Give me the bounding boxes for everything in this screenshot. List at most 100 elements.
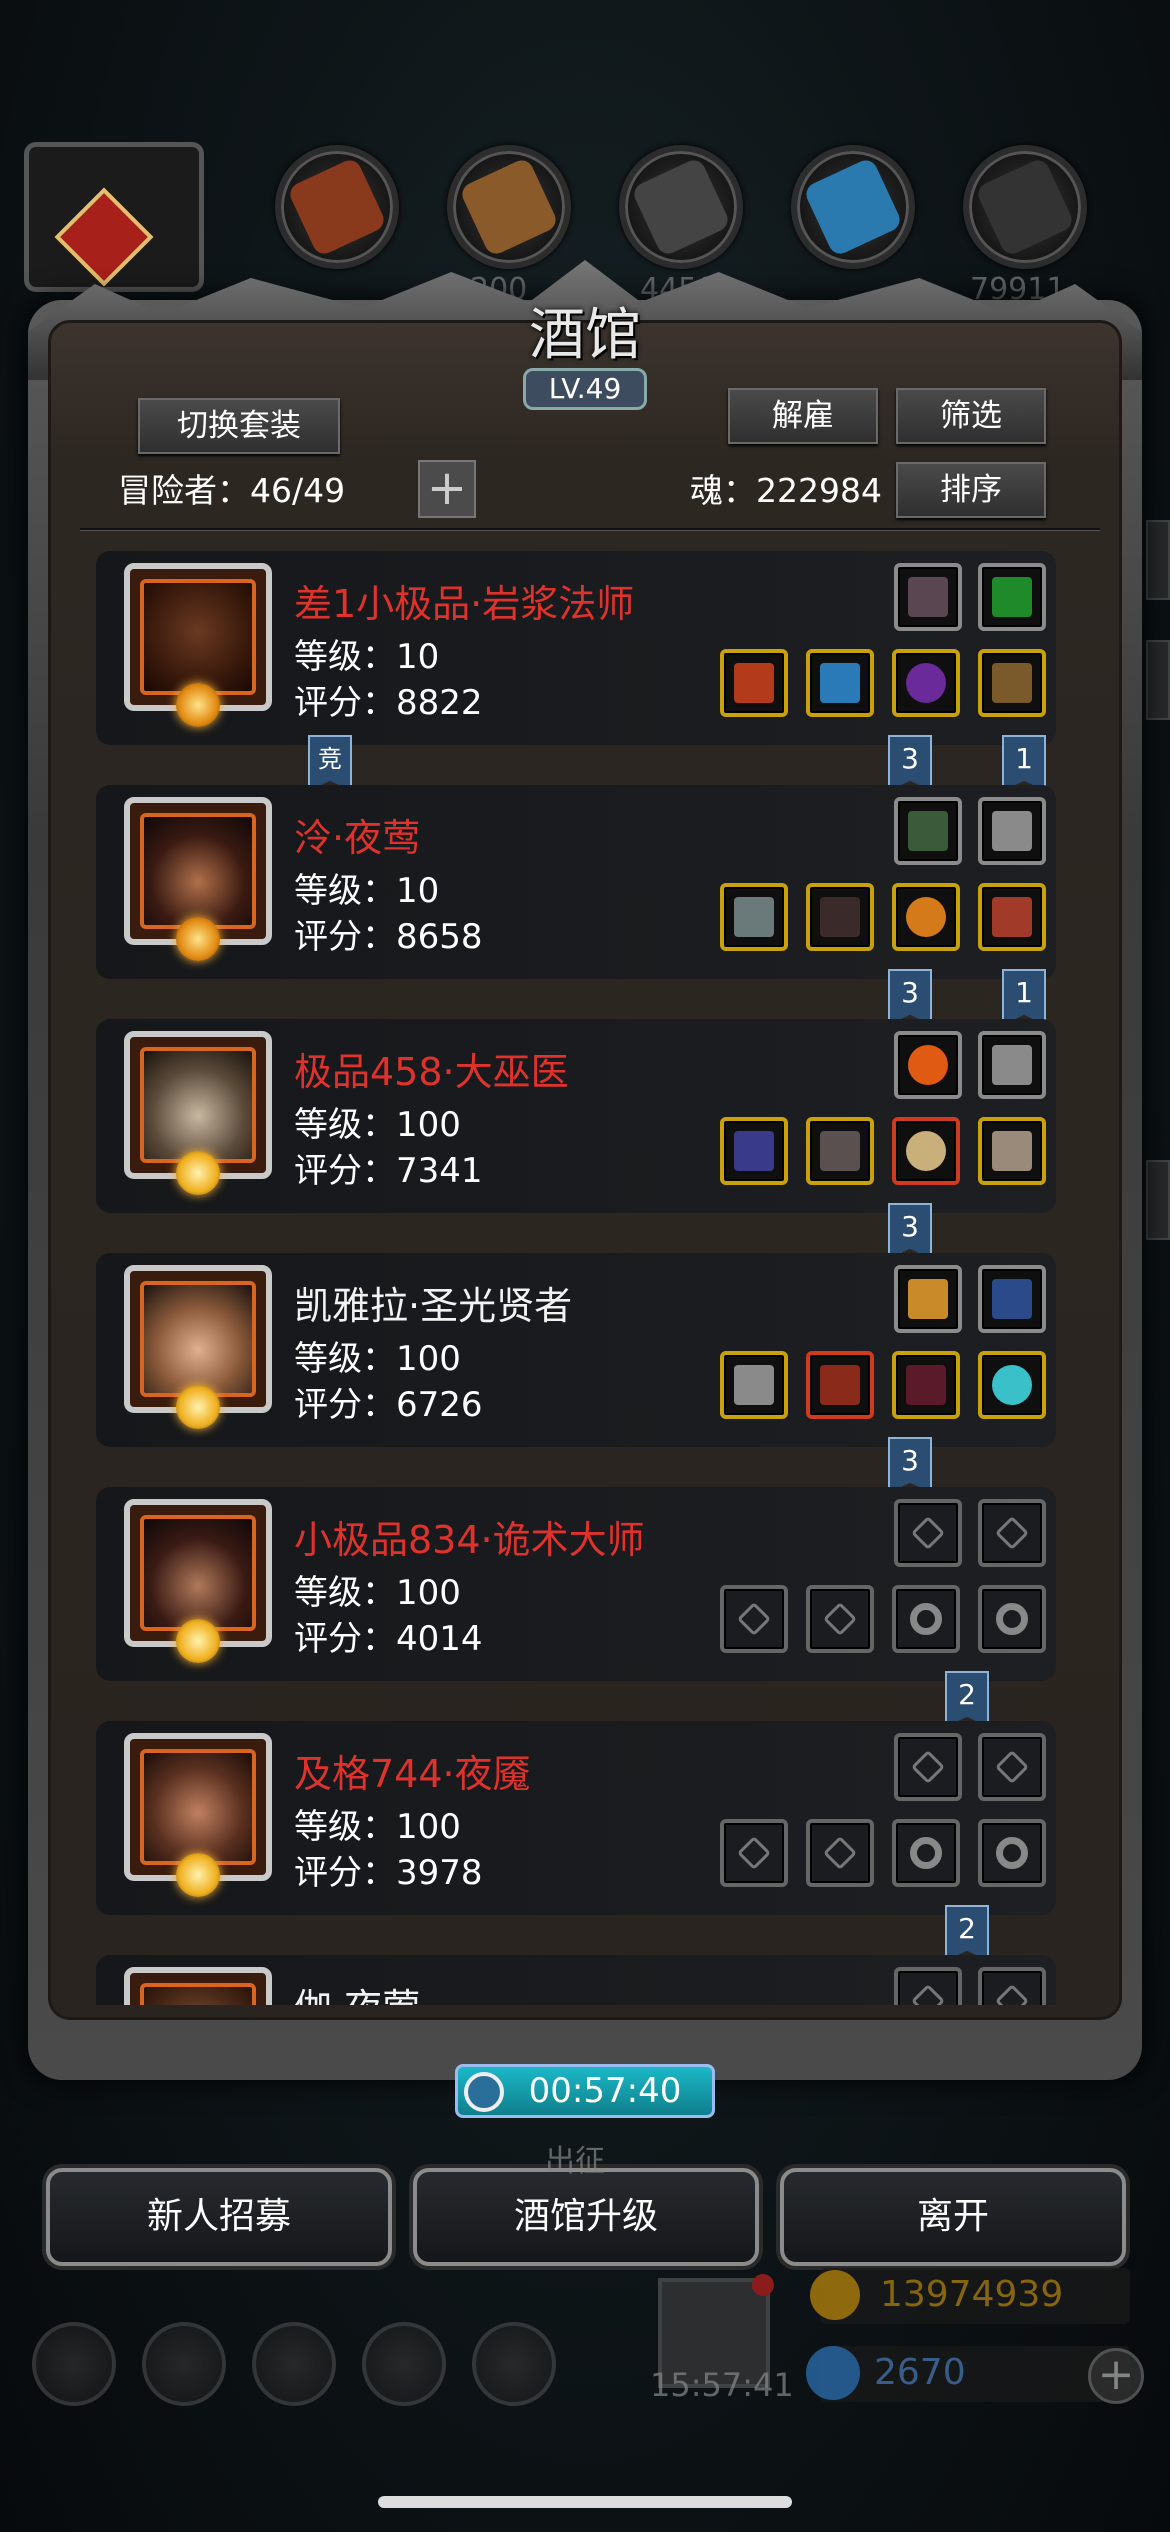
equip-slot-orb[interactable]	[978, 1351, 1046, 1419]
wand-icon	[734, 1131, 774, 1171]
hero-portrait-card[interactable]	[24, 142, 204, 292]
rank-emblem-icon	[176, 683, 220, 727]
equip-slot-empty[interactable]	[894, 1733, 962, 1801]
hero-name: 小极品834·诡术大师	[294, 1518, 645, 1562]
blade-placeholder-icon	[737, 1602, 771, 1636]
hero-list[interactable]: 差1小极品·岩浆法师 等级：10 评分：8822 竞 3 1 泠·夜莺 等级：1…	[90, 545, 1070, 2005]
recruit-button[interactable]: 新人招募	[46, 2168, 392, 2266]
hero-score: 评分：4014	[294, 1619, 483, 1659]
hero-row[interactable]: 小极品834·诡术大师 等级：100 评分：4014	[90, 1481, 1070, 1681]
gem-amount: 2670	[874, 2352, 966, 2393]
equip-slot-weapon[interactable]	[720, 649, 788, 717]
blade-icon	[734, 897, 774, 937]
stone-icon	[630, 156, 732, 258]
equip-slot-empty[interactable]	[894, 1499, 962, 1567]
equip-slot-ring-empty[interactable]	[978, 1585, 1046, 1653]
equip-slot-empty[interactable]	[894, 1967, 962, 2005]
equip-slot-dagger[interactable]	[978, 1031, 1046, 1099]
equip-slot-ring-empty[interactable]	[892, 1819, 960, 1887]
hero-row[interactable]: 差1小极品·岩浆法师 等级：10 评分：8822	[90, 545, 1070, 745]
badge-icon[interactable]	[142, 2322, 226, 2406]
rank-emblem-icon	[176, 1151, 220, 1195]
hero-row[interactable]: 泠·夜莺 等级：10 评分：8658	[90, 779, 1070, 979]
equip-slot-amulet[interactable]	[892, 1117, 960, 1185]
equip-slot-dagger[interactable]	[978, 797, 1046, 865]
equip-slot-emblem[interactable]	[894, 797, 962, 865]
chest-armor-icon	[820, 1365, 860, 1405]
equip-slot-cloak[interactable]	[894, 563, 962, 631]
equip-slot-empty[interactable]	[978, 1499, 1046, 1567]
equip-slot-spell[interactable]	[894, 1031, 962, 1099]
resource-wood[interactable]	[447, 145, 571, 269]
equip-slot-armor[interactable]	[806, 1117, 874, 1185]
hero-avatar[interactable]	[124, 1967, 272, 2005]
hero-avatar[interactable]	[124, 1733, 272, 1897]
hero-score: 评分：8658	[294, 917, 483, 957]
switch-outfit-button[interactable]: 切换套装	[138, 398, 340, 454]
add-adventurer-button[interactable]: +	[418, 460, 476, 518]
equip-slot-weapon-empty[interactable]	[720, 1585, 788, 1653]
empty-slot-icon	[995, 1750, 1029, 1784]
equip-slot-armor[interactable]	[806, 649, 874, 717]
ring-placeholder-icon	[903, 1596, 949, 1642]
equip-slot-helm[interactable]	[978, 1117, 1046, 1185]
crystal-icon	[802, 156, 904, 258]
equip-slot-weapon[interactable]	[720, 1351, 788, 1419]
equip-slot-scepter[interactable]	[894, 1265, 962, 1333]
resource-iron[interactable]	[963, 145, 1087, 269]
settings-icon[interactable]	[32, 2322, 116, 2406]
hero-avatar[interactable]	[124, 1265, 272, 1429]
home-indicator[interactable]	[378, 2496, 792, 2508]
gem-bar	[820, 2346, 1130, 2402]
equip-slot-belt[interactable]	[892, 1351, 960, 1419]
chest-armor-icon	[820, 1131, 860, 1171]
add-gems-button[interactable]: +	[1088, 2348, 1144, 2404]
equip-slot-armor-empty[interactable]	[806, 1819, 874, 1887]
equip-slot-helm[interactable]	[806, 883, 874, 951]
equip-slot-armor[interactable]	[806, 1351, 874, 1419]
portrait	[140, 1983, 256, 2005]
map-icon[interactable]	[472, 2322, 556, 2406]
equip-slot-armor-empty[interactable]	[806, 1585, 874, 1653]
equip-slot-ring[interactable]	[892, 883, 960, 951]
timer-text: 00:57:40	[528, 2071, 682, 2111]
equip-slot-empty[interactable]	[978, 1733, 1046, 1801]
resource-stone[interactable]	[619, 145, 743, 269]
meat-icon	[286, 156, 388, 258]
equip-slot-empty[interactable]	[978, 1967, 1046, 2005]
equip-slot-book[interactable]	[978, 563, 1046, 631]
equip-slot-ring-empty[interactable]	[892, 1585, 960, 1653]
gold-coin-icon	[810, 2270, 860, 2320]
upgrade-tavern-button[interactable]: 酒馆升级	[413, 2168, 759, 2266]
hero-row[interactable]: 伽·夜莺	[90, 1949, 1070, 2005]
cloak-icon	[908, 577, 948, 617]
equip-slot-weapon[interactable]	[720, 883, 788, 951]
hero-avatar[interactable]	[124, 1499, 272, 1663]
equip-slot-pendant[interactable]	[978, 1265, 1046, 1333]
hero-row[interactable]: 极品458·大巫医 等级：100 评分：7341	[90, 1013, 1070, 1213]
sort-button[interactable]: 排序	[896, 462, 1046, 518]
hero-row[interactable]: 及格744·夜魇 等级：100 评分：3978	[90, 1715, 1070, 1915]
hero-score: 评分：8822	[294, 683, 483, 723]
equip-slot-ring[interactable]	[892, 649, 960, 717]
fire-icon	[908, 1045, 948, 1085]
mail-icon[interactable]	[362, 2322, 446, 2406]
hero-row[interactable]: 凯雅拉·圣光贤者 等级：100 评分：6726	[90, 1247, 1070, 1447]
side-tab[interactable]	[1146, 520, 1170, 600]
side-tab[interactable]	[1146, 1160, 1170, 1240]
resource-meat[interactable]	[275, 145, 399, 269]
equip-slot-weapon-empty[interactable]	[720, 1819, 788, 1887]
hero-menu-icon[interactable]	[252, 2322, 336, 2406]
hero-avatar[interactable]	[124, 797, 272, 961]
equip-slot-necklace[interactable]	[978, 649, 1046, 717]
side-tab[interactable]	[1146, 640, 1170, 720]
hero-avatar[interactable]	[124, 1031, 272, 1195]
resource-crystal[interactable]	[791, 145, 915, 269]
leave-button[interactable]: 离开	[780, 2168, 1126, 2266]
dismiss-button[interactable]: 解雇	[728, 388, 878, 444]
filter-button[interactable]: 筛选	[896, 388, 1046, 444]
equip-slot-weapon[interactable]	[720, 1117, 788, 1185]
equip-slot-ring-empty[interactable]	[978, 1819, 1046, 1887]
equip-slot-relic[interactable]	[978, 883, 1046, 951]
hero-avatar[interactable]	[124, 563, 272, 727]
